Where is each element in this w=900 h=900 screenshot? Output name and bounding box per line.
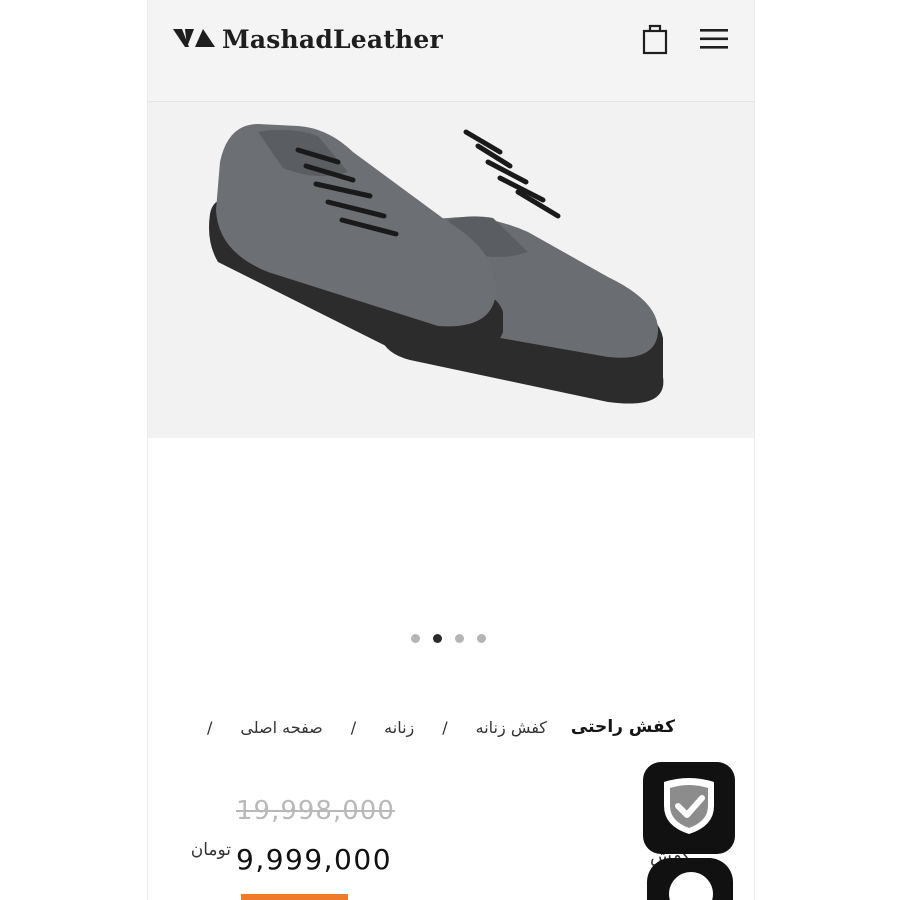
checkmark-shield-icon <box>664 778 714 834</box>
product-image <box>148 102 754 438</box>
breadcrumb-separator: / <box>207 717 213 737</box>
breadcrumb-separator: / <box>350 717 357 737</box>
product-image-gallery[interactable] <box>148 102 754 438</box>
add-to-cart-button[interactable] <box>241 894 348 900</box>
trust-badge-button[interactable] <box>643 762 735 854</box>
shopping-bag-icon <box>642 24 668 55</box>
original-price: 19,998,000 <box>236 796 395 826</box>
chat-widget-button[interactable] <box>647 858 733 900</box>
breadcrumb: کفش راحتی کفش زنانه / زنانه / صفحه اصلی … <box>148 712 754 742</box>
gallery-dot-3[interactable] <box>455 634 464 643</box>
breadcrumb-link-womens-shoes[interactable]: کفش زنانه <box>476 718 547 737</box>
brand-logo[interactable]: MashadLeather <box>173 22 443 56</box>
breadcrumb-separator: / <box>442 717 448 737</box>
sale-price: 9,999,000 <box>236 843 393 876</box>
brand-name: MashadLeather <box>222 24 443 54</box>
chat-bubble-icon <box>669 872 713 900</box>
hamburger-menu-icon <box>700 29 728 49</box>
cart-button[interactable] <box>640 22 672 56</box>
gallery-dot-2[interactable] <box>433 634 442 643</box>
breadcrumb-current: کفش راحتی <box>570 717 675 737</box>
breadcrumb-link-home[interactable]: صفحه اصلی <box>240 718 322 737</box>
menu-button[interactable] <box>698 24 730 54</box>
site-header: MashadLeather <box>148 0 754 102</box>
gallery-pagination <box>411 634 486 643</box>
gallery-dot-4[interactable] <box>477 634 486 643</box>
currency-label: تومان <box>190 840 231 860</box>
breadcrumb-link-women[interactable]: زنانه <box>384 718 414 737</box>
gallery-dot-1[interactable] <box>411 634 420 643</box>
phone-frame: MashadLeather کفش راحتی کفش زنانه / زنان… <box>147 0 755 900</box>
brand-mark-icon <box>173 29 215 47</box>
